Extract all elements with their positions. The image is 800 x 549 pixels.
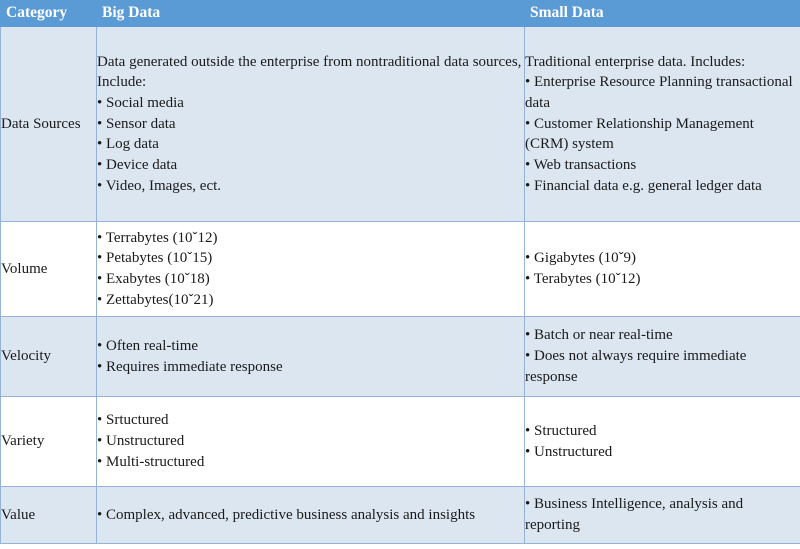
small-data-cell: • Structured • Unstructured — [524, 396, 800, 487]
row-category-cell: Volume — [0, 221, 97, 317]
table-row: Data Sources Data generated outside the e… — [0, 26, 800, 222]
row-category-cell: Variety — [0, 396, 97, 487]
cell-line: • Batch or near real-time — [525, 327, 673, 344]
small-data-cell: • Batch or near real-time • Does not alwa… — [524, 316, 800, 397]
cell-line: Data generated outside the enterprise fr… — [97, 53, 522, 91]
big-data-cell: • Complex, advanced, predictive business… — [96, 486, 525, 544]
cell-line: • Petabytes (10ˇ15) — [97, 250, 213, 267]
cell-line-list: • Batch or near real-time • Does not alwa… — [525, 325, 800, 387]
cell-line-list: • Often real-time • Requires immediate re… — [97, 336, 524, 377]
big-data-vs-small-data-table: Category Big Data Small Data Data Source… — [0, 0, 800, 544]
cell-line: • Log data — [97, 136, 159, 153]
cell-line: • Unstructured — [97, 433, 185, 450]
cell-line: • Structured — [525, 422, 597, 439]
big-data-cell: • Often real-time • Requires immediate re… — [96, 316, 525, 397]
cell-line: • Often real-time — [97, 337, 199, 354]
cell-line-list: • Structured • Unstructured — [525, 421, 800, 462]
cell-line-list: • Terrabytes (10ˇ12) • Petabytes (10ˇ15) •… — [97, 228, 524, 311]
cell-line: • Web transactions — [525, 157, 637, 174]
comparison-table-container: Category Big Data Small Data Data Source… — [0, 0, 800, 544]
cell-line: • Gigabytes (10ˇ9) — [525, 250, 637, 267]
row-category-cell: Velocity — [0, 316, 97, 397]
cell-line: • Sensor data — [97, 115, 176, 132]
row-category-cell: Value — [0, 486, 97, 544]
cell-line: • Business Intelligence, analysis and re… — [525, 496, 744, 533]
cell-line: • Multi-structured — [97, 453, 205, 470]
cell-line-list: • Srtuctured • Unstructured • Multi-struct… — [97, 410, 524, 472]
column-header-big-data: Big Data — [96, 0, 525, 27]
cell-line: • Social media — [97, 94, 184, 111]
cell-line: • Terrabytes (10ˇ12) — [97, 229, 218, 246]
cell-line: • Requires immediate response — [97, 358, 283, 375]
big-data-cell: Data generated outside the enterprise fr… — [96, 26, 525, 222]
cell-line-list: Traditional enterprise data. Includes: • … — [525, 52, 800, 197]
row-category-cell: Data Sources — [0, 26, 97, 222]
big-data-cell: • Terrabytes (10ˇ12) • Petabytes (10ˇ15) •… — [96, 221, 525, 317]
header-row: Category Big Data Small Data — [0, 0, 800, 27]
cell-line-list: Data generated outside the enterprise fr… — [97, 52, 524, 197]
small-data-cell: Traditional enterprise data. Includes: • … — [524, 26, 800, 222]
table-row: Value • Complex, advanced, predictive bus… — [0, 486, 800, 544]
table-row: Variety • Srtuctured • Unstructured • Multi… — [0, 396, 800, 487]
cell-line: • Srtuctured — [97, 412, 169, 429]
table-row: Velocity • Often real-time • Requires imme… — [0, 316, 800, 397]
small-data-cell: • Business Intelligence, analysis and re… — [524, 486, 800, 544]
cell-line-list: • Gigabytes (10ˇ9) • Terabytes (10ˇ12) — [525, 248, 800, 289]
table-body: Data Sources Data generated outside the e… — [0, 26, 800, 544]
column-header-category: Category — [0, 0, 97, 27]
small-data-cell: • Gigabytes (10ˇ9) • Terabytes (10ˇ12) — [524, 221, 800, 317]
cell-line-list: • Complex, advanced, predictive business… — [97, 505, 524, 526]
cell-line: • Terabytes (10ˇ12) — [525, 271, 641, 287]
cell-line: • Unstructured — [525, 443, 613, 460]
cell-line: Traditional enterprise data. Includes: — [525, 53, 746, 70]
cell-line: • Video, Images, ect. — [97, 177, 222, 194]
cell-line: • Complex, advanced, predictive business… — [97, 506, 476, 523]
table-header: Category Big Data Small Data — [0, 0, 800, 27]
cell-line: • Exabytes (10ˇ18) — [97, 271, 210, 287]
cell-line: • Financial data e.g. general ledger dat… — [525, 177, 762, 194]
cell-line: • Customer Relationship Management (CRM)… — [525, 115, 754, 153]
column-header-small-data: Small Data — [524, 0, 800, 27]
cell-line: • Device data — [97, 157, 178, 174]
table-row: Volume • Terrabytes (10ˇ12) • Petabytes (1… — [0, 221, 800, 317]
cell-line: • Does not always require immediate resp… — [525, 348, 747, 385]
big-data-cell: • Srtuctured • Unstructured • Multi-struct… — [96, 396, 525, 487]
cell-line: • Enterprise Resource Planning transacti… — [525, 74, 793, 111]
cell-line-list: • Business Intelligence, analysis and re… — [525, 494, 800, 535]
cell-line: • Zettabytes(10ˇ21) — [97, 291, 214, 308]
